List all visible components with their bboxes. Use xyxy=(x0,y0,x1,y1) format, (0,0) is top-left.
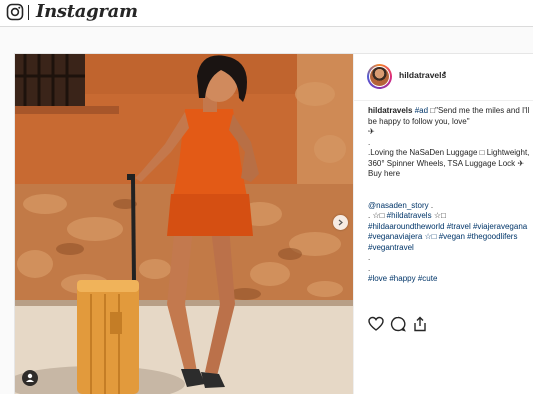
hashtag-link[interactable]: #hildatravels xyxy=(387,211,432,220)
post-sidebar: hildatravels • hildatravels #ad □"Send m… xyxy=(353,54,533,394)
caption-dot: . xyxy=(368,137,371,147)
hashtag-list[interactable]: #hildaaroundtheworld #travel #viajeraveg… xyxy=(368,222,530,254)
post-header: hildatravels • xyxy=(354,54,533,101)
share-icon[interactable] xyxy=(412,316,428,332)
follow-dot: • xyxy=(443,68,447,78)
avatar[interactable] xyxy=(367,64,392,89)
next-photo-button[interactable] xyxy=(333,215,348,230)
mention-link[interactable]: @nasaden_story xyxy=(368,201,429,210)
photo-illustration xyxy=(15,54,353,394)
comment-icon[interactable] xyxy=(390,316,406,332)
caption-dot: . xyxy=(368,253,371,262)
tagged-users-button[interactable] xyxy=(22,370,38,386)
hashtag-list-end[interactable]: #love #happy #cute xyxy=(368,274,530,285)
post-caption: hildatravels #ad □"Send me the miles and… xyxy=(368,106,530,285)
tags-prefix: . ☆□ xyxy=(368,211,387,220)
instagram-glyph-icon[interactable] xyxy=(6,3,24,21)
post-card: hildatravels • hildatravels #ad □"Send m… xyxy=(14,53,533,394)
post-photo[interactable] xyxy=(15,54,353,394)
heart-icon[interactable] xyxy=(368,316,384,332)
caption-author[interactable]: hildatravels xyxy=(368,106,412,115)
instagram-wordmark-logo[interactable]: Instagram xyxy=(36,1,138,22)
caption-dot: . xyxy=(368,263,371,273)
post-username[interactable]: hildatravels xyxy=(399,70,446,80)
user-tag-icon xyxy=(26,373,34,382)
chevron-right-icon xyxy=(338,219,343,226)
header-divider xyxy=(28,5,29,20)
plane-emoji: ✈ xyxy=(368,127,375,136)
caption-product-text: .Loving the NaSaDen Luggage □ Lightweigh… xyxy=(368,148,530,178)
top-navigation-bar: Instagram xyxy=(0,0,533,27)
tags-suffix: ☆□ xyxy=(431,211,446,220)
hashtag-link[interactable]: #ad xyxy=(415,106,428,115)
mention-tail: . xyxy=(428,200,434,210)
